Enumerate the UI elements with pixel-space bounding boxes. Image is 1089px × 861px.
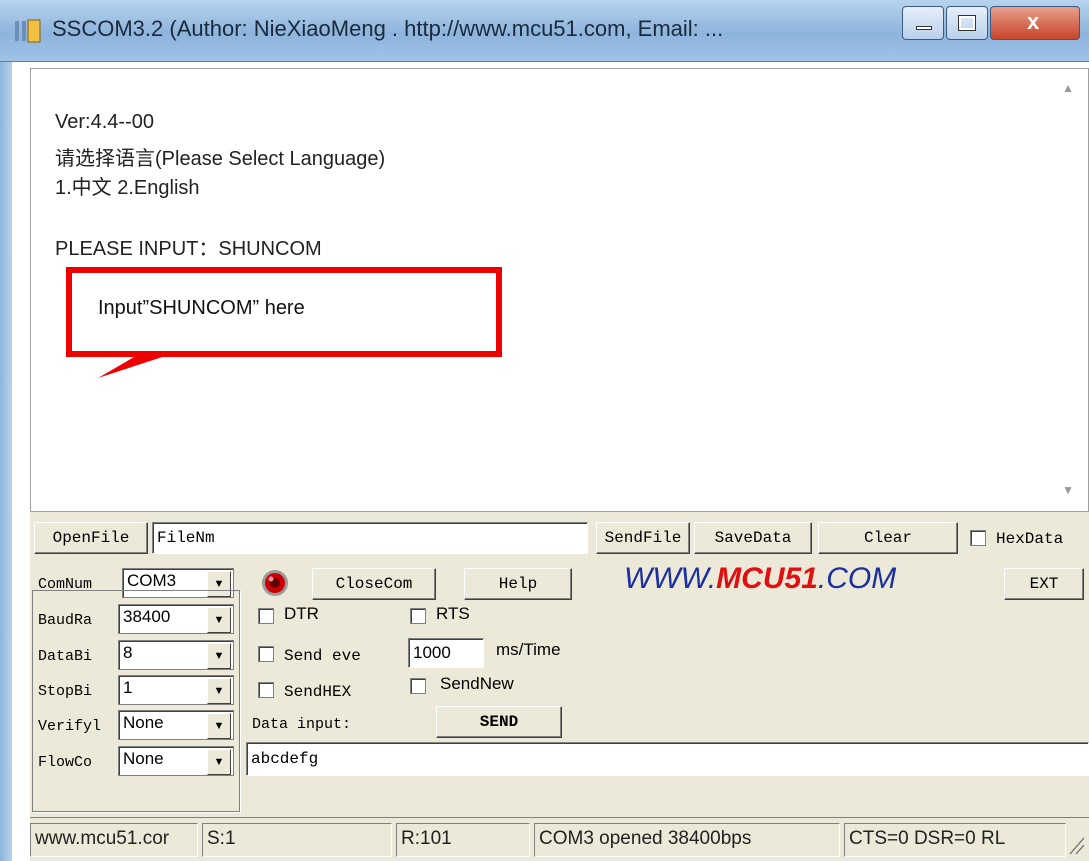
chevron-down-icon[interactable]: ▼: [207, 713, 231, 739]
sendnew-label: SendNew: [440, 674, 514, 693]
comnum-value: COM3: [127, 571, 177, 590]
flowcontrol-select[interactable]: None ▼: [118, 746, 234, 776]
app-icon: [15, 19, 41, 43]
chevron-down-icon[interactable]: ▼: [207, 749, 231, 775]
savedata-button[interactable]: SaveData: [694, 522, 812, 554]
mcu51-banner-link[interactable]: WWW.MCU51.COM: [624, 562, 896, 596]
stopbits-label: StopBi: [38, 683, 93, 700]
close-button[interactable]: x: [990, 6, 1080, 40]
verify-label: Verifyl: [38, 718, 102, 735]
baudrate-label: BaudRa: [38, 612, 93, 629]
status-site: www.mcu51.cor: [30, 823, 198, 857]
help-button[interactable]: Help: [464, 568, 572, 600]
send-every-label: Send eve: [284, 647, 361, 665]
maximize-icon: [958, 15, 976, 31]
send-every-checkbox[interactable]: [258, 646, 274, 662]
sendnew-checkbox[interactable]: [410, 678, 426, 694]
output-line: Ver:4.4--00: [55, 111, 154, 133]
data-input-label: Data input:: [252, 716, 352, 733]
flowcontrol-label: FlowCo: [38, 754, 93, 771]
databits-label: DataBi: [38, 648, 93, 665]
databits-value: 8: [123, 643, 133, 662]
clear-button[interactable]: Clear: [818, 522, 958, 554]
data-input-field[interactable]: abcdefg: [246, 742, 1089, 776]
status-port-state: COM3 opened 38400bps: [534, 823, 840, 857]
maximize-button[interactable]: [946, 6, 988, 40]
dtr-label: DTR: [284, 604, 319, 623]
filename-field[interactable]: FileNm: [152, 522, 588, 554]
annotation-text: Input”SHUNCOM” here: [98, 297, 305, 319]
verify-select[interactable]: None ▼: [118, 710, 234, 740]
scroll-down-arrow-icon[interactable]: ▼: [1062, 483, 1074, 497]
status-sent-count: S:1: [202, 823, 392, 857]
resize-grip-icon[interactable]: [1068, 832, 1086, 856]
flowcontrol-value: None: [123, 749, 164, 768]
output-line: 1.中文 2.English: [55, 177, 200, 199]
baudrate-value: 38400: [123, 607, 171, 626]
hexdata-label: HexData: [996, 530, 1064, 548]
stopbits-value: 1: [123, 678, 133, 697]
databits-select[interactable]: 8 ▼: [118, 640, 234, 670]
output-line: 请选择语言(Please Select Language): [55, 148, 386, 170]
ms-per-time-label: ms/Time: [496, 640, 561, 659]
chevron-down-icon[interactable]: ▼: [207, 643, 231, 669]
dtr-checkbox[interactable]: [258, 608, 274, 624]
scroll-up-arrow-icon[interactable]: ▲: [1062, 81, 1074, 95]
send-button[interactable]: SEND: [436, 706, 562, 738]
openfile-button[interactable]: OpenFile: [34, 522, 148, 554]
chevron-down-icon[interactable]: ▼: [207, 607, 231, 633]
window-title: SSCOM3.2 (Author: NieXiaoMeng . http://w…: [52, 16, 724, 41]
hexdata-checkbox[interactable]: [970, 530, 986, 546]
title-bar[interactable]: SSCOM3.2 (Author: NieXiaoMeng . http://w…: [0, 0, 1089, 62]
status-line-signals: CTS=0 DSR=0 RL: [844, 823, 1066, 857]
port-status-led-icon: [262, 570, 288, 596]
chevron-down-icon[interactable]: ▼: [207, 678, 231, 704]
annotation-callout: Input”SHUNCOM” here: [66, 267, 502, 357]
closecom-button[interactable]: CloseCom: [312, 568, 436, 600]
minimize-icon: [916, 26, 932, 30]
baudrate-select[interactable]: 38400 ▼: [118, 604, 234, 634]
stopbits-select[interactable]: 1 ▼: [118, 675, 234, 705]
window-frame: [0, 62, 12, 861]
sendfile-button[interactable]: SendFile: [596, 522, 690, 554]
close-icon: x: [1027, 9, 1040, 34]
sendhex-checkbox[interactable]: [258, 682, 274, 698]
verify-value: None: [123, 713, 164, 732]
minimize-button[interactable]: [902, 6, 944, 40]
ext-button[interactable]: EXT: [1004, 568, 1084, 600]
status-received-count: R:101: [396, 823, 530, 857]
output-line: PLEASE INPUT：SHUNCOM: [55, 238, 322, 260]
sendhex-label: SendHEX: [284, 683, 352, 701]
status-bar: www.mcu51.cor S:1 R:101 COM3 opened 3840…: [30, 817, 1089, 861]
rts-label: RTS: [436, 604, 470, 623]
interval-input[interactable]: 1000: [408, 638, 484, 668]
rts-checkbox[interactable]: [410, 608, 426, 624]
